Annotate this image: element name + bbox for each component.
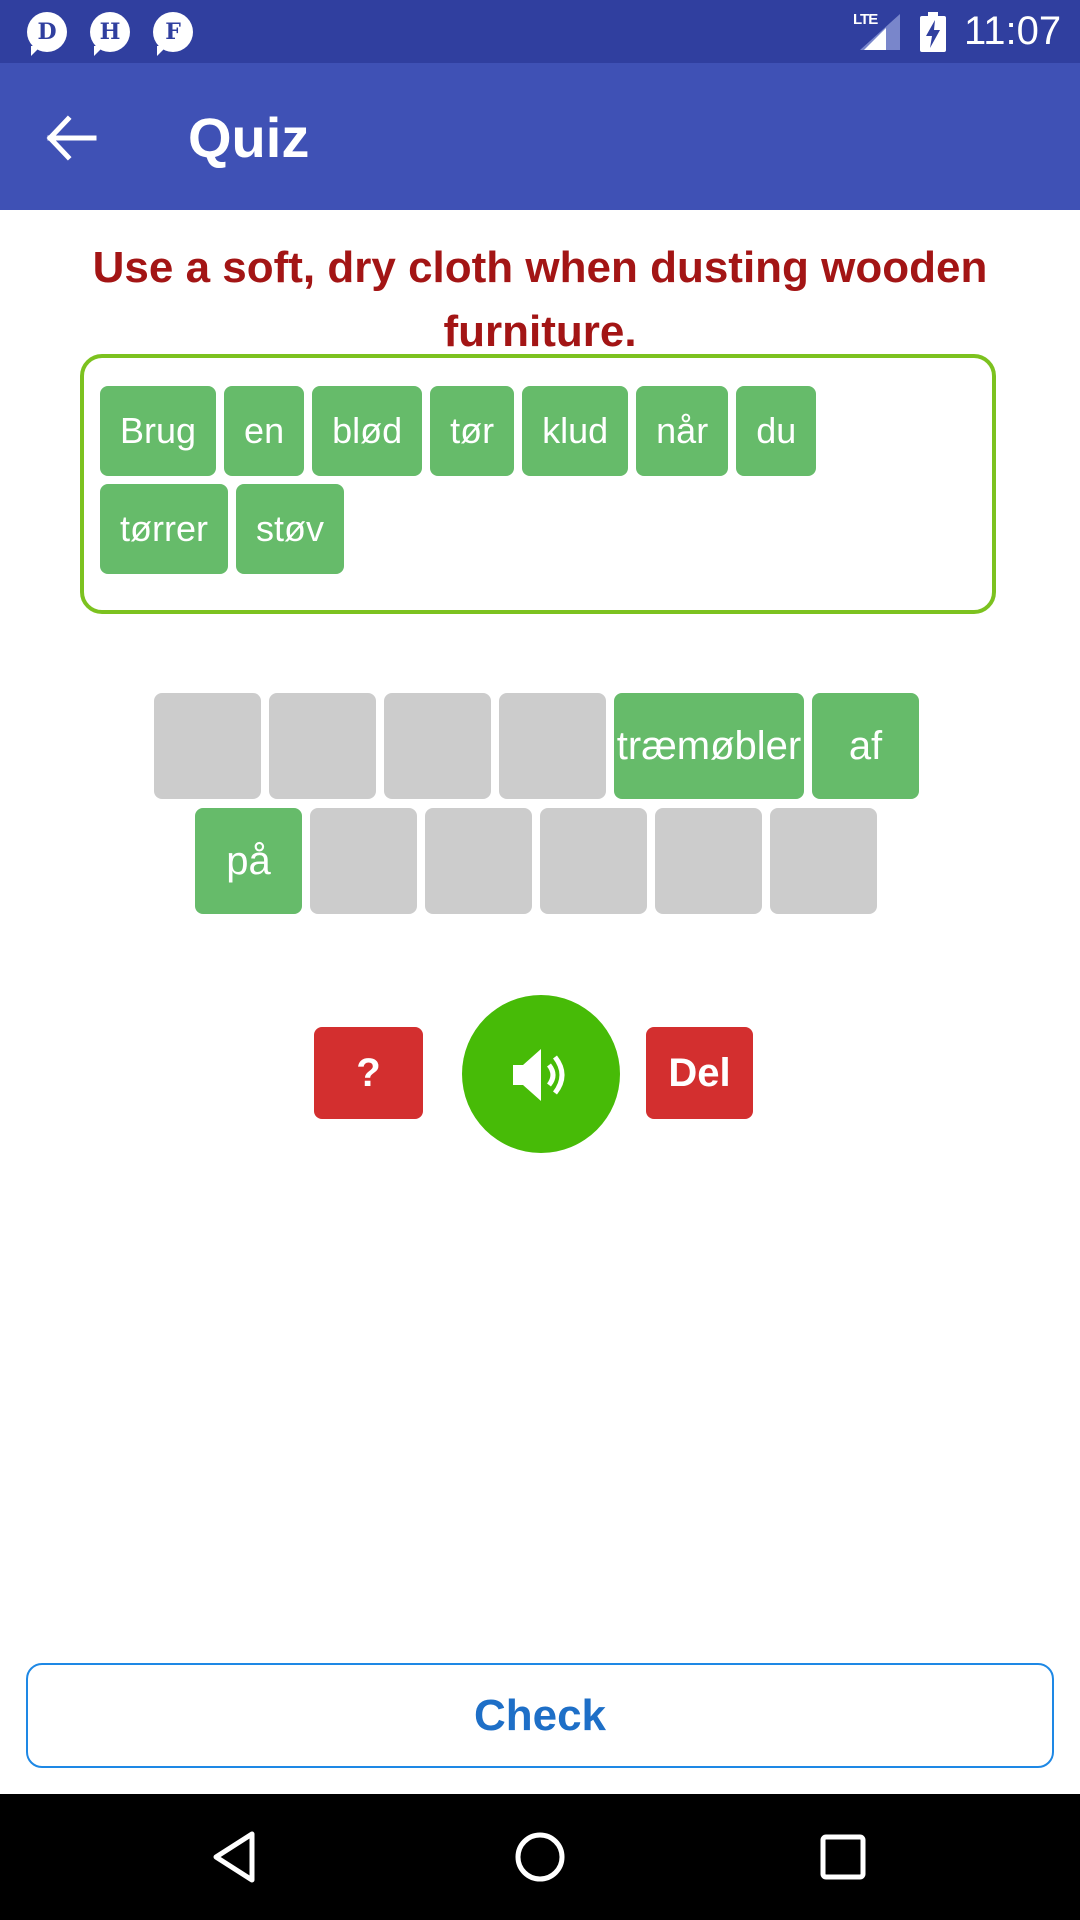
navigation-bar	[0, 1794, 1080, 1920]
answer-row: på	[195, 808, 885, 914]
back-button[interactable]	[32, 103, 112, 173]
answer-slot[interactable]	[384, 693, 491, 799]
nav-recents-square-icon[interactable]	[808, 1822, 878, 1892]
word-chip[interactable]: når	[636, 386, 729, 476]
word-chip[interactable]: en	[224, 386, 305, 476]
check-button[interactable]: Check	[26, 1663, 1054, 1768]
word-chip[interactable]: klud	[522, 386, 629, 476]
status-clock: 11:07	[964, 9, 1062, 53]
speaker-icon	[513, 1049, 565, 1101]
page-title: Quiz	[188, 106, 310, 169]
answer-slot[interactable]	[499, 693, 606, 799]
quiz-screen: D H F LTE 11:07 Quiz Use a soft, dry clo…	[0, 0, 1080, 1920]
answer-slot-filled[interactable]: af	[812, 693, 919, 799]
answer-slot[interactable]	[310, 808, 417, 914]
word-chip[interactable]: støv	[235, 484, 344, 574]
nav-back-triangle-icon[interactable]	[200, 1822, 270, 1892]
word-bank: Brug en blød tør klud når du tørrer støv	[80, 354, 996, 614]
app-bar: Quiz	[0, 63, 1080, 210]
battery-charging-icon	[920, 12, 946, 52]
hint-button[interactable]: ?	[314, 1027, 423, 1119]
answer-slot[interactable]	[770, 808, 877, 914]
f-notification-icon: F	[153, 12, 193, 52]
source-sentence: Use a soft, dry cloth when dusting woode…	[92, 243, 988, 356]
status-bar: D H F LTE 11:07	[0, 0, 1080, 63]
word-chip[interactable]: Brug	[100, 386, 217, 476]
word-bank-row: Brug en blød tør klud når du	[100, 386, 824, 476]
word-bank-row: tørrer støv	[100, 484, 824, 574]
answer-row: træmøbler af	[154, 693, 927, 799]
answer-slot-filled[interactable]: på	[195, 808, 302, 914]
answer-slot[interactable]	[655, 808, 762, 914]
arrow-left-icon	[46, 115, 97, 161]
nav-home-circle-icon[interactable]	[505, 1822, 575, 1892]
answer-slot[interactable]	[425, 808, 532, 914]
answer-slot-filled[interactable]: træmøbler	[614, 693, 804, 799]
answer-slot[interactable]	[269, 693, 376, 799]
word-bank-rows: Brug en blød tør klud når du tørrer støv	[100, 386, 824, 582]
word-chip[interactable]: du	[736, 386, 817, 476]
answer-slot[interactable]	[154, 693, 261, 799]
word-chip[interactable]: tør	[430, 386, 515, 476]
lte-label: LTE	[853, 11, 878, 28]
play-audio-button[interactable]	[462, 995, 620, 1153]
delete-button[interactable]: Del	[646, 1027, 753, 1119]
d-notification-icon: D	[27, 12, 67, 52]
h-notification-icon: H	[90, 12, 130, 52]
word-chip[interactable]: blød	[312, 386, 423, 476]
word-chip[interactable]: tørrer	[100, 484, 228, 574]
answer-slot[interactable]	[540, 808, 647, 914]
